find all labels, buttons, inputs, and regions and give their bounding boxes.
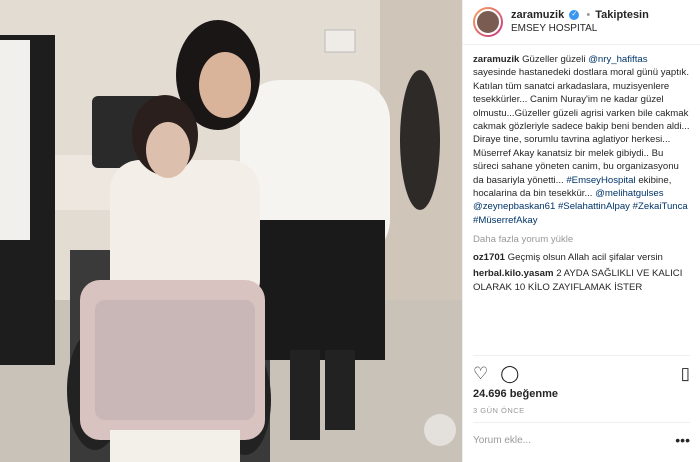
- caption: zaramuzik Güzeller güzeli @nry_hafiftas …: [473, 53, 690, 227]
- comment-icon[interactable]: ◯: [500, 365, 519, 382]
- load-more-comments-link[interactable]: Daha fazla yorum yükle: [473, 233, 690, 246]
- more-options-icon[interactable]: •••: [675, 433, 690, 447]
- likes-count[interactable]: 24.696 beğenme: [473, 388, 558, 400]
- separator-dot: •: [586, 9, 591, 21]
- caption-link[interactable]: #ZekaiTunca: [633, 201, 688, 212]
- caption-text: Güzeller güzeli @nry_hafiftas sayesinde …: [473, 54, 690, 226]
- heart-icon[interactable]: ♡: [473, 365, 488, 382]
- follow-status-button[interactable]: Takiptesin: [595, 9, 649, 21]
- comment-text: Geçmiş olsun Allah acil şifalar versin: [507, 251, 663, 263]
- caption-link[interactable]: @melihatgulses: [595, 188, 663, 199]
- caption-username[interactable]: zaramuzik: [473, 54, 519, 65]
- action-bar: ♡ ◯ ▯: [473, 355, 690, 386]
- post-side-panel: zaramuzik ✓ • Takiptesin EMSEY HOSPITAL …: [462, 0, 700, 462]
- add-comment-bar: Yorum ekle... •••: [473, 422, 690, 447]
- caption-text-part: Güzeller güzeli: [522, 54, 589, 65]
- caption-text-part: sayesinde hastanedeki dostlara moral gün…: [473, 67, 690, 186]
- location-link[interactable]: EMSEY HOSPITAL: [511, 22, 649, 36]
- caption-link[interactable]: #SelahattinAlpay: [558, 201, 630, 212]
- caption-link[interactable]: @nry_hafiftas: [588, 54, 647, 65]
- comment-input[interactable]: Yorum ekle...: [473, 435, 531, 446]
- bookmark-icon[interactable]: ▯: [681, 365, 690, 382]
- username-link[interactable]: zaramuzik: [511, 9, 564, 21]
- caption-link[interactable]: @zeynepbaskan61: [473, 201, 555, 212]
- comment-username[interactable]: herbal.kilo.yasam: [473, 268, 554, 279]
- header-text: zaramuzik ✓ • Takiptesin EMSEY HOSPITAL: [511, 8, 649, 36]
- caption-link[interactable]: #EmseyHospital: [566, 175, 635, 186]
- photo-illustration: [0, 0, 462, 462]
- comment-username[interactable]: oz1701: [473, 252, 505, 263]
- caption-link[interactable]: #MüserrefAkay: [473, 215, 538, 226]
- post-timestamp: 3 GÜN ÖNCE: [473, 406, 525, 415]
- comments-section: zaramuzik Güzeller güzeli @nry_hafiftas …: [463, 45, 700, 331]
- instagram-post: zaramuzik ✓ • Takiptesin EMSEY HOSPITAL …: [0, 0, 700, 462]
- post-header: zaramuzik ✓ • Takiptesin EMSEY HOSPITAL: [463, 0, 700, 45]
- comment-item: oz1701 Geçmiş olsun Allah acil şifalar v…: [473, 251, 690, 264]
- comment-item: herbal.kilo.yasam 2 AYDA SAĞLIKLI VE KAL…: [473, 267, 690, 294]
- post-photo[interactable]: [0, 0, 462, 462]
- verified-badge-icon: ✓: [569, 10, 580, 21]
- avatar-image: [475, 9, 501, 35]
- avatar[interactable]: [473, 7, 503, 37]
